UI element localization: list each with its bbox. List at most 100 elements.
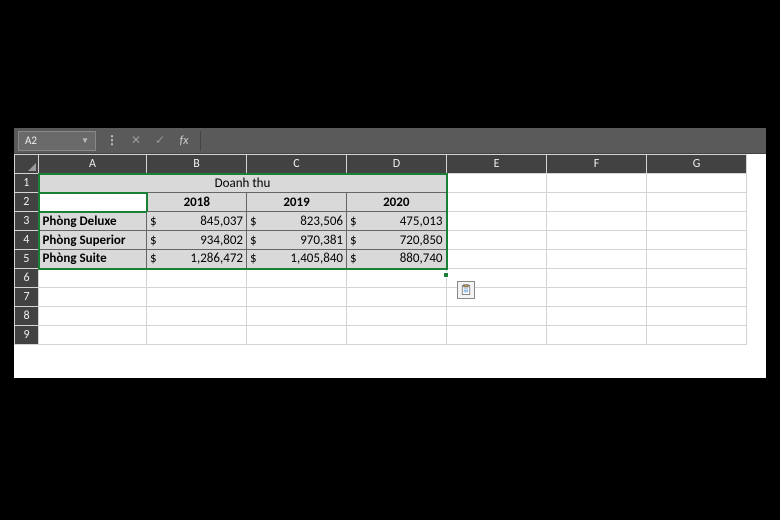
cell[interactable]	[447, 174, 547, 193]
year-header[interactable]: 2018	[147, 193, 247, 212]
year-header[interactable]: 2020	[347, 193, 447, 212]
data-cell[interactable]: $970,381	[247, 231, 347, 250]
cell[interactable]	[147, 307, 247, 326]
row-header-1[interactable]: 1	[15, 174, 39, 193]
separator: ⋮	[106, 133, 118, 148]
row-label[interactable]: Phòng Deluxe	[39, 212, 147, 231]
spreadsheet-grid[interactable]: A B C D E F G 1 Doanh thu 2 2018 2019	[14, 154, 747, 345]
fx-button[interactable]: fx	[173, 131, 195, 151]
cell[interactable]	[647, 212, 747, 231]
currency-symbol: $	[150, 233, 157, 248]
cell[interactable]	[647, 231, 747, 250]
currency-symbol: $	[350, 233, 357, 248]
data-cell[interactable]: $475,013	[347, 212, 447, 231]
data-cell[interactable]: $1,405,840	[247, 250, 347, 269]
cell[interactable]	[347, 307, 447, 326]
paste-options-button[interactable]	[457, 281, 475, 299]
cell[interactable]	[447, 231, 547, 250]
cell[interactable]	[447, 326, 547, 345]
cell[interactable]	[647, 326, 747, 345]
cell[interactable]	[39, 307, 147, 326]
active-cell[interactable]	[39, 193, 147, 212]
cell-value: 934,802	[157, 233, 243, 248]
row-header-3[interactable]: 3	[15, 212, 39, 231]
col-header-f[interactable]: F	[547, 155, 647, 174]
select-all-corner[interactable]	[15, 155, 39, 174]
row-header-4[interactable]: 4	[15, 231, 39, 250]
cell[interactable]	[547, 193, 647, 212]
cell[interactable]	[39, 326, 147, 345]
cell[interactable]	[39, 288, 147, 307]
cell[interactable]	[147, 269, 247, 288]
cell[interactable]	[647, 307, 747, 326]
currency-symbol: $	[250, 233, 257, 248]
cell[interactable]	[547, 174, 647, 193]
cancel-button[interactable]: ✕	[125, 131, 147, 151]
data-cell[interactable]: $934,802	[147, 231, 247, 250]
cell[interactable]	[547, 307, 647, 326]
cell[interactable]	[347, 288, 447, 307]
formula-bar: A2 ▼ ⋮ ✕ ✓ fx	[14, 128, 766, 154]
cell[interactable]	[447, 250, 547, 269]
cell[interactable]	[347, 269, 447, 288]
fill-handle[interactable]	[443, 272, 449, 278]
currency-symbol: $	[250, 251, 257, 266]
cell[interactable]	[39, 269, 147, 288]
cell-value: 880,740	[357, 251, 443, 266]
cell-value: 845,037	[157, 214, 243, 229]
cell[interactable]	[547, 326, 647, 345]
row-header-7[interactable]: 7	[15, 288, 39, 307]
cell[interactable]	[447, 212, 547, 231]
title-cell[interactable]: Doanh thu	[39, 174, 447, 193]
cell[interactable]	[247, 269, 347, 288]
cell[interactable]	[247, 326, 347, 345]
row-header-9[interactable]: 9	[15, 326, 39, 345]
row-header-2[interactable]: 2	[15, 193, 39, 212]
currency-symbol: $	[350, 251, 357, 266]
clipboard-icon	[460, 284, 472, 296]
cell[interactable]	[547, 250, 647, 269]
row-header-8[interactable]: 8	[15, 307, 39, 326]
cell[interactable]	[447, 307, 547, 326]
cell[interactable]	[147, 288, 247, 307]
cell[interactable]	[247, 288, 347, 307]
data-cell[interactable]: $1,286,472	[147, 250, 247, 269]
confirm-button[interactable]: ✓	[149, 131, 171, 151]
data-cell[interactable]: $720,850	[347, 231, 447, 250]
data-cell[interactable]: $823,506	[247, 212, 347, 231]
col-header-e[interactable]: E	[447, 155, 547, 174]
year-header[interactable]: 2019	[247, 193, 347, 212]
formula-input[interactable]	[200, 131, 766, 151]
cell[interactable]	[647, 250, 747, 269]
grid-area: A B C D E F G 1 Doanh thu 2 2018 2019	[14, 154, 766, 378]
cell[interactable]	[247, 307, 347, 326]
data-cell[interactable]: $845,037	[147, 212, 247, 231]
cell[interactable]	[147, 326, 247, 345]
row-label[interactable]: Phòng Superior	[39, 231, 147, 250]
col-header-b[interactable]: B	[147, 155, 247, 174]
col-header-c[interactable]: C	[247, 155, 347, 174]
col-header-d[interactable]: D	[347, 155, 447, 174]
cell[interactable]	[547, 231, 647, 250]
row-label[interactable]: Phòng Suite	[39, 250, 147, 269]
data-cell[interactable]: $880,740	[347, 250, 447, 269]
cell[interactable]	[647, 193, 747, 212]
cell-value: 475,013	[357, 214, 443, 229]
cell[interactable]	[647, 174, 747, 193]
col-header-g[interactable]: G	[647, 155, 747, 174]
cell[interactable]	[347, 326, 447, 345]
cell[interactable]	[547, 269, 647, 288]
col-header-a[interactable]: A	[39, 155, 147, 174]
currency-symbol: $	[350, 214, 357, 229]
name-box-value: A2	[25, 134, 37, 147]
cell[interactable]	[547, 288, 647, 307]
chevron-down-icon: ▼	[81, 136, 89, 146]
row-header-6[interactable]: 6	[15, 269, 39, 288]
cell-value: 1,286,472	[157, 251, 243, 266]
cell[interactable]	[547, 212, 647, 231]
name-box[interactable]: A2 ▼	[18, 131, 96, 151]
cell[interactable]	[647, 269, 747, 288]
row-header-5[interactable]: 5	[15, 250, 39, 269]
cell[interactable]	[647, 288, 747, 307]
cell[interactable]	[447, 193, 547, 212]
